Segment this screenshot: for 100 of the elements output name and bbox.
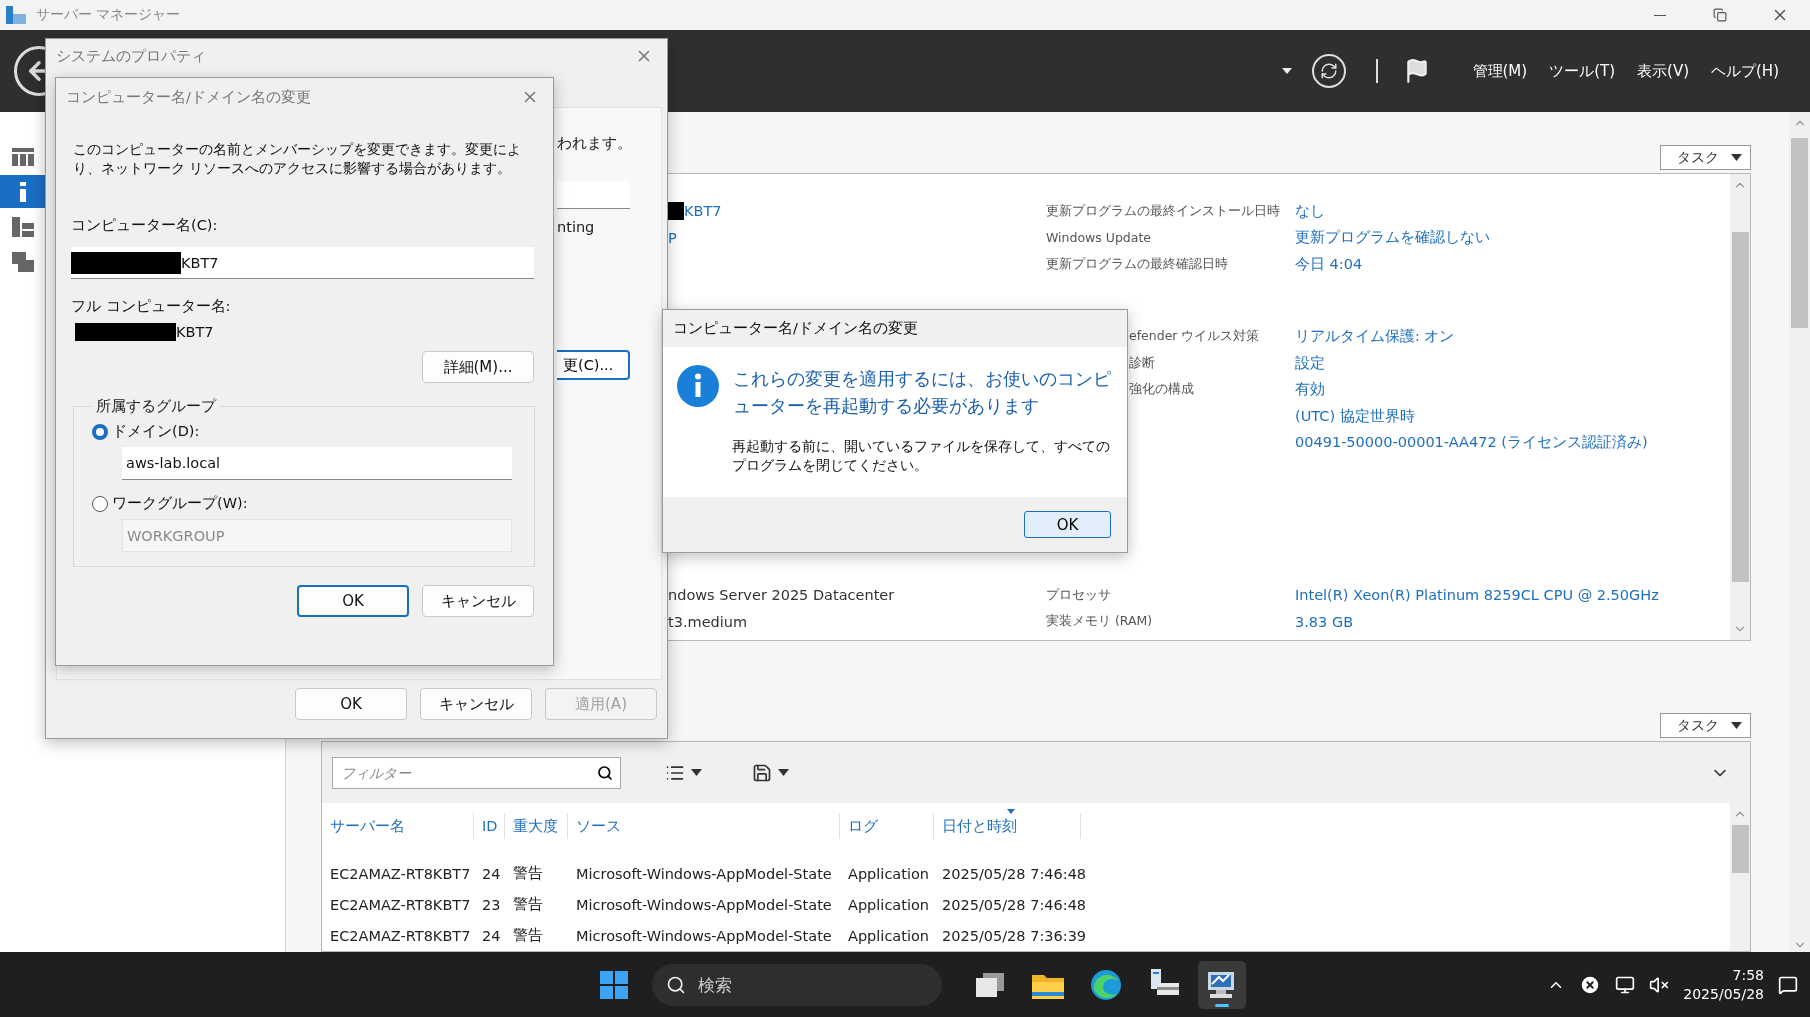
property-label: efender ウイルス対策 [1129, 328, 1260, 346]
radio-button[interactable]: ドメイン(D): [92, 422, 200, 441]
scrollbar[interactable] [1730, 803, 1750, 951]
column-header[interactable]: ソース [568, 813, 840, 839]
scrollbar-thumb[interactable] [1731, 232, 1749, 582]
computer-name-field[interactable]: KBT7 [71, 247, 534, 279]
date-text: 2025/05/28 [1683, 984, 1764, 1004]
dialog-title: コンピューター名/ドメイン名の変更 [66, 87, 311, 107]
table-cell-text: 警告 [512, 864, 544, 883]
dialog-button[interactable]: キャンセル [422, 585, 534, 617]
property-link[interactable]: リアルタイム保護: オン [1295, 327, 1455, 347]
caret-icon [1731, 722, 1742, 729]
property-label: 更新プログラムの最終インストール日時 [1046, 202, 1280, 220]
table-cell-text: Application [847, 927, 931, 944]
input-field[interactable]: aws-lab.local [122, 447, 512, 480]
caret-icon [778, 769, 789, 776]
property-link[interactable]: P [668, 229, 1046, 246]
window-title: サーバー マネージャー [36, 6, 182, 24]
minimize-icon [1654, 14, 1666, 16]
search-field[interactable]: 検索 [652, 963, 942, 1006]
property-link[interactable]: (UTC) 協定世界時 [1295, 406, 1415, 426]
table-cell-text: Microsoft-Windows-AppModel-State [575, 896, 833, 913]
table-cell-text: 24 [481, 865, 502, 882]
property-link[interactable]: 今日 4:04 [1295, 254, 1363, 274]
message-text: 再起動する前に、開いているファイルを保存して、すべてのプログラムを閉じてください。 [732, 437, 1111, 475]
column-header[interactable]: サーバー名 [322, 813, 474, 839]
menu-item[interactable]: 管理(M) [1461, 61, 1539, 81]
table-cell-text: Application [847, 896, 931, 913]
app-icon [6, 6, 26, 24]
scrollbar-thumb[interactable] [1791, 138, 1808, 328]
table-cell-text: 警告 [512, 926, 544, 945]
table-cell-text: 警告 [512, 895, 544, 914]
tasks-button[interactable]: タスク [1660, 713, 1751, 738]
table-cell-text: 24 [481, 927, 502, 944]
table-cell-text: EC2AMAZ-RT8KBT7 [329, 927, 472, 944]
table-cell-text: EC2AMAZ-RT8KBT7 [329, 896, 472, 913]
refresh-button[interactable] [1311, 54, 1346, 88]
property-label: 強化の構成 [1129, 381, 1194, 399]
property-value: ndows Server 2025 Datacenter [668, 587, 896, 604]
property-link[interactable]: KBT7 [668, 202, 1046, 221]
column-header[interactable]: ログ [840, 813, 934, 839]
property-value: t3.medium [668, 613, 749, 630]
property-link[interactable]: Intel(R) Xeon(R) Platinum 8259CL CPU @ 2.50GHz [1295, 587, 1659, 604]
column-header[interactable]: 日付と時刻 [934, 813, 1081, 839]
property-label: 更新プログラムの最終確認日時 [1046, 255, 1228, 273]
nav-item[interactable] [0, 175, 46, 208]
property-link[interactable]: 3.83 GB [1295, 613, 1354, 630]
property-label: Windows Update [1046, 230, 1152, 246]
table-cell-text: Application [847, 865, 931, 882]
scrollbar-thumb[interactable] [1731, 825, 1749, 873]
field-label: フル コンピューター名: [71, 297, 232, 316]
ok-button[interactable]: OK [1024, 511, 1111, 538]
scrollbar[interactable] [1730, 174, 1750, 640]
field-label: コンピューター名(C): [71, 216, 219, 235]
notification-icon[interactable] [1778, 974, 1798, 995]
property-link[interactable]: 更新プログラムを確認しない [1295, 228, 1490, 248]
taskbar-app[interactable] [1198, 960, 1246, 1009]
change-button[interactable]: 更(C)... [557, 350, 630, 380]
table-cell-text: EC2AMAZ-RT8KBT7 [329, 865, 472, 882]
clock[interactable]: 7:58 2025/05/28 [1683, 965, 1764, 1004]
column-header[interactable]: 重大度 [505, 813, 568, 839]
time-text: 7:58 [1732, 965, 1764, 985]
full-name-text: KBT7 [176, 324, 214, 340]
table-cell-text: 23 [481, 896, 502, 913]
caret-icon [691, 769, 702, 776]
group-label: 所属するグループ [95, 397, 218, 416]
save-icon [752, 762, 772, 783]
menu-item[interactable]: 表示(V) [1626, 61, 1700, 81]
search-icon [666, 974, 686, 995]
description-text: このコンピューターの名前とメンバーシップを変更できます。変更により、ネットワーク リソースへのアクセスに影響する場合があります。 [73, 140, 522, 178]
dialog-title: コンピューター名/ドメイン名の変更 [673, 319, 918, 338]
column-header[interactable]: ID [474, 813, 505, 839]
property-link[interactable]: 設定 [1295, 353, 1325, 373]
table-cell-text: Microsoft-Windows-AppModel-State [575, 927, 833, 944]
property-label: 診断 [1129, 354, 1155, 372]
dialog-button[interactable]: OK [297, 585, 409, 617]
property-link[interactable]: 00491-50000-00001-AA472 (ライセンス認証済み) [1295, 433, 1648, 453]
more-button[interactable]: 詳細(M)... [422, 351, 534, 383]
browser-icon [1090, 968, 1122, 1001]
property-link[interactable]: 有効 [1295, 380, 1325, 400]
error-icon[interactable] [1579, 973, 1602, 996]
menu-item[interactable]: ヘルプ(H) [1700, 61, 1790, 81]
windows-logo-icon [600, 970, 628, 999]
input-field[interactable] [557, 181, 630, 209]
message-heading: これらの変更を適用するには、お使いのコンピューターを再起動する必要があります [732, 367, 1111, 418]
filter-field[interactable]: フィルター [332, 756, 621, 789]
sort-arrow-icon [1007, 809, 1015, 814]
property-label: プロセッサ [1046, 586, 1111, 604]
property-link[interactable]: なし [1295, 201, 1325, 221]
refresh-icon [1319, 62, 1338, 80]
menu-item[interactable]: ツール(T) [1538, 61, 1627, 81]
network-icon[interactable] [1615, 974, 1636, 995]
scrollbar[interactable] [1789, 112, 1810, 952]
table-cell-text: Microsoft-Windows-AppModel-State [575, 865, 833, 882]
dialog-button[interactable]: キャンセル [420, 688, 532, 720]
tasks-button[interactable]: タスク [1660, 145, 1751, 170]
dialog-button[interactable]: OK [295, 688, 407, 720]
volume-muted-icon[interactable] [1649, 974, 1670, 995]
caret-icon [1731, 154, 1742, 161]
search-icon[interactable] [597, 764, 613, 781]
